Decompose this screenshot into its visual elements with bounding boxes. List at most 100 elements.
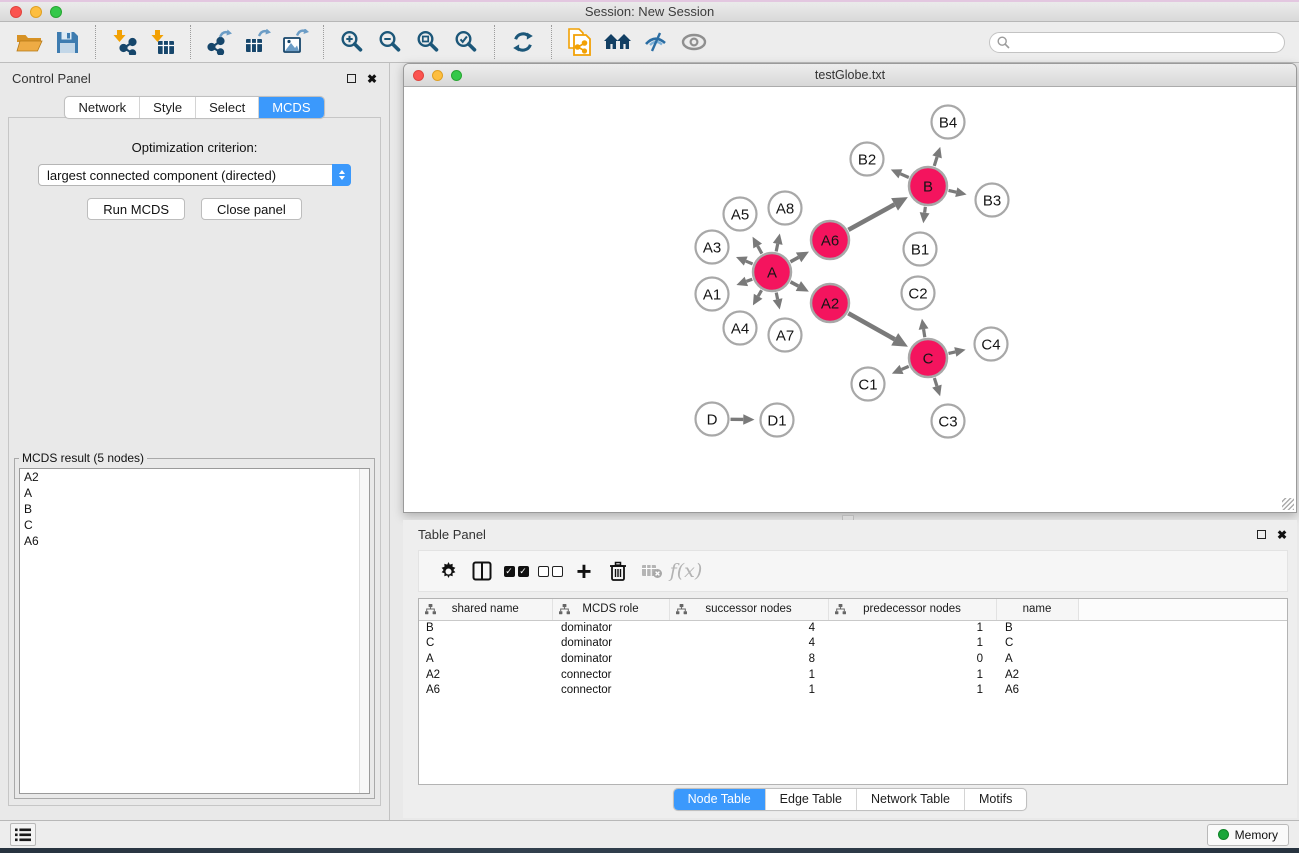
graph-edge-B-B1[interactable]: [925, 207, 926, 213]
graph-node-c2[interactable]: C2: [902, 277, 935, 310]
table-cell[interactable]: 1: [828, 682, 996, 698]
zoom-network-window-button[interactable]: [451, 70, 462, 81]
column-header-mcds-role[interactable]: MCDS role: [552, 599, 669, 620]
float-table-panel-icon[interactable]: [1257, 530, 1266, 539]
graph-edge-C-C3[interactable]: [934, 378, 937, 386]
delete-column-button[interactable]: [601, 555, 635, 587]
show-details-button[interactable]: [675, 24, 713, 60]
float-panel-icon[interactable]: [347, 74, 356, 83]
select-all-columns-button[interactable]: ✓✓: [499, 555, 533, 587]
graph-edge-A-A8[interactable]: [776, 244, 778, 252]
graph-edge-A-A6[interactable]: [790, 257, 798, 262]
graph-node-b4[interactable]: B4: [932, 106, 965, 139]
graph-node-c3[interactable]: C3: [932, 405, 965, 438]
table-cell[interactable]: dominator: [552, 651, 669, 667]
table-cell[interactable]: A2: [419, 667, 552, 683]
table-cell[interactable]: connector: [552, 667, 669, 683]
tab-motifs[interactable]: Motifs: [965, 789, 1026, 810]
graph-edge-A6-B[interactable]: [848, 204, 894, 229]
table-cell[interactable]: dominator: [552, 636, 669, 652]
graph-node-a2[interactable]: A2: [811, 284, 849, 322]
graph-node-a[interactable]: A: [753, 253, 791, 291]
graph-edge-A-A1[interactable]: [746, 279, 752, 281]
column-header-successor-nodes[interactable]: successor nodes: [669, 599, 828, 620]
graph-node-a5[interactable]: A5: [724, 198, 757, 231]
graph-node-a6[interactable]: A6: [811, 221, 849, 259]
close-window-button[interactable]: [10, 6, 22, 18]
refresh-button[interactable]: [504, 24, 542, 60]
table-row-a2[interactable]: A2connector11A2: [419, 667, 1287, 683]
result-list-scrollbar[interactable]: [359, 469, 369, 793]
column-header-predecessor-nodes[interactable]: predecessor nodes: [828, 599, 996, 620]
column-header-shared-name[interactable]: shared name: [419, 599, 552, 620]
table-cell[interactable]: 4: [669, 636, 828, 652]
column-header-name[interactable]: name: [996, 599, 1078, 620]
zoom-window-button[interactable]: [50, 6, 62, 18]
table-cell[interactable]: dominator: [552, 620, 669, 636]
column-layout-button[interactable]: [465, 555, 499, 587]
memory-button[interactable]: Memory: [1207, 824, 1289, 846]
criterion-dropdown[interactable]: largest connected component (directed): [38, 164, 351, 186]
table-cell[interactable]: C: [996, 636, 1078, 652]
tab-node-table[interactable]: Node Table: [674, 789, 766, 810]
close-table-panel-icon[interactable]: ✖: [1277, 530, 1287, 540]
tab-select[interactable]: Select: [196, 97, 259, 118]
export-table-button[interactable]: [238, 24, 276, 60]
network-window-titlebar[interactable]: testGlobe.txt: [404, 64, 1296, 87]
gear-button[interactable]: [431, 555, 465, 587]
table-row-a[interactable]: Adominator80A: [419, 651, 1287, 667]
graph-edge-A2-C[interactable]: [848, 313, 894, 339]
graph-node-c[interactable]: C: [909, 339, 947, 377]
minimize-window-button[interactable]: [30, 6, 42, 18]
table-cell[interactable]: 1: [669, 667, 828, 683]
table-cell[interactable]: A6: [996, 682, 1078, 698]
graph-node-b3[interactable]: B3: [976, 184, 1009, 217]
mcds-result-list[interactable]: A2ABCA6: [19, 468, 370, 794]
table-cell[interactable]: A: [996, 651, 1078, 667]
tab-network[interactable]: Network: [65, 97, 140, 118]
graph-edge-A-A3[interactable]: [746, 261, 753, 264]
graph-edge-A-A7[interactable]: [776, 293, 777, 300]
table-cell[interactable]: 1: [828, 636, 996, 652]
graph-edge-A-A4[interactable]: [758, 290, 761, 296]
run-mcds-button[interactable]: Run MCDS: [87, 198, 185, 220]
graph-edge-A-A5[interactable]: [758, 246, 762, 254]
zoom-fit-button[interactable]: [409, 24, 447, 60]
table-cell[interactable]: C: [419, 636, 552, 652]
result-item-c[interactable]: C: [20, 517, 369, 533]
graph-node-a1[interactable]: A1: [696, 278, 729, 311]
table-cell[interactable]: B: [419, 620, 552, 636]
graph-edge-C-C1[interactable]: [902, 366, 909, 369]
table-cell[interactable]: B: [996, 620, 1078, 636]
graph-node-a8[interactable]: A8: [769, 192, 802, 225]
tab-edge-table[interactable]: Edge Table: [766, 789, 857, 810]
graph-node-b1[interactable]: B1: [904, 233, 937, 266]
table-cell[interactable]: A: [419, 651, 552, 667]
result-item-b[interactable]: B: [20, 501, 369, 517]
result-item-a6[interactable]: A6: [20, 533, 369, 549]
graph-node-b[interactable]: B: [909, 167, 947, 205]
table-cell[interactable]: 1: [828, 667, 996, 683]
network-canvas[interactable]: B4B2BB3A8A5A6A3B1AC2A1A2A4A7C4CC1DD1C3: [404, 87, 1296, 512]
graph-edge-A-A2[interactable]: [791, 282, 799, 286]
search-input[interactable]: [989, 32, 1285, 53]
tab-network-table[interactable]: Network Table: [857, 789, 965, 810]
open-session-button[interactable]: [10, 24, 48, 60]
graph-node-c1[interactable]: C1: [852, 368, 885, 401]
tab-style[interactable]: Style: [140, 97, 196, 118]
deselect-all-columns-button[interactable]: [533, 555, 567, 587]
table-cell[interactable]: 8: [669, 651, 828, 667]
window-resize-grip[interactable]: [1282, 498, 1294, 510]
table-row-c[interactable]: Cdominator41C: [419, 636, 1287, 652]
zoom-selected-button[interactable]: [447, 24, 485, 60]
table-row-b[interactable]: Bdominator41B: [419, 620, 1287, 636]
hide-details-button[interactable]: [637, 24, 675, 60]
graph-node-d1[interactable]: D1: [761, 404, 794, 437]
table-cell[interactable]: A2: [996, 667, 1078, 683]
table-cell[interactable]: A6: [419, 682, 552, 698]
table-row-a6[interactable]: A6connector11A6: [419, 682, 1287, 698]
graph-node-a4[interactable]: A4: [724, 312, 757, 345]
result-item-a[interactable]: A: [20, 485, 369, 501]
export-image-button[interactable]: [276, 24, 314, 60]
graph-edge-C-C2[interactable]: [924, 329, 925, 337]
